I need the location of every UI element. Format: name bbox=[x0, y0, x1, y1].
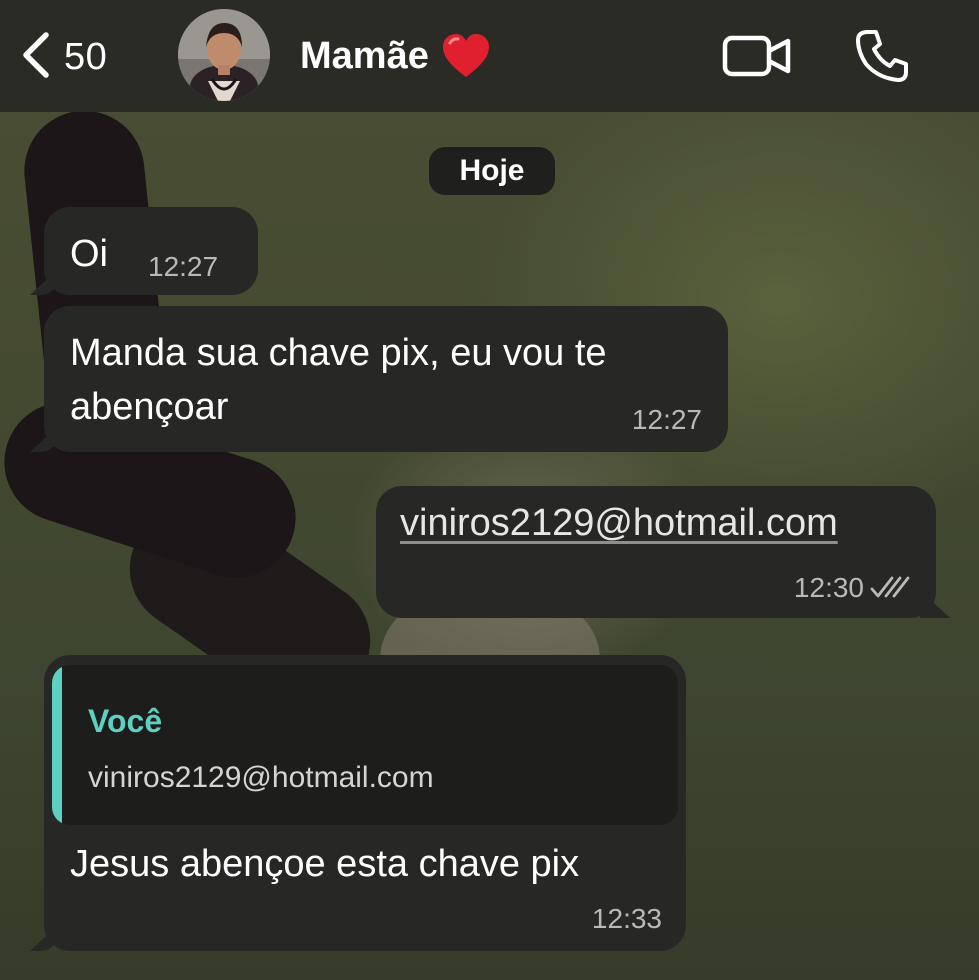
message-bubble-incoming[interactable]: Manda sua chave pix, eu vou te abençoar … bbox=[44, 306, 728, 452]
contact-name[interactable]: Mamãe bbox=[300, 30, 491, 82]
video-camera-icon bbox=[722, 35, 792, 82]
voice-call-button[interactable] bbox=[854, 28, 910, 84]
contact-name-label: Mamãe bbox=[300, 34, 429, 77]
chat-header: 50 Mamãe bbox=[0, 0, 979, 112]
message-text: Oi bbox=[70, 233, 108, 275]
date-separator: Hoje bbox=[429, 147, 555, 195]
message-bubble-outgoing[interactable]: viniros2129@hotmail.com 12:30 bbox=[376, 486, 936, 618]
message-time: 12:33 bbox=[591, 903, 662, 934]
double-check-icon bbox=[870, 574, 912, 600]
quote-accent-bar bbox=[52, 665, 62, 825]
message-bubble-incoming[interactable]: Você viniros2129@hotmail.com Jesus abenç… bbox=[44, 655, 686, 951]
message-bubble-incoming[interactable]: Oi 12:27 bbox=[44, 207, 258, 295]
email-link[interactable]: viniros2129@hotmail.com bbox=[400, 502, 838, 545]
contact-avatar[interactable] bbox=[178, 9, 270, 101]
video-call-button[interactable] bbox=[722, 34, 792, 78]
quote-author: Você bbox=[88, 703, 163, 739]
message-text: Jesus abençoe esta chave pix bbox=[70, 843, 580, 885]
message-time: 12:27 bbox=[148, 251, 219, 282]
unread-count: 50 bbox=[64, 35, 108, 78]
quote-text: viniros2129@hotmail.com bbox=[88, 761, 434, 794]
message-time: 12:30 bbox=[793, 572, 864, 603]
back-button[interactable]: 50 bbox=[18, 30, 107, 84]
chevron-left-icon bbox=[18, 29, 54, 86]
quoted-reply[interactable]: Você viniros2129@hotmail.com bbox=[52, 665, 678, 825]
message-text: Manda sua chave pix, eu vou te abençoar bbox=[70, 332, 607, 428]
message-time: 12:27 bbox=[631, 404, 702, 435]
red-heart-icon bbox=[441, 33, 491, 79]
phone-icon bbox=[854, 30, 910, 88]
